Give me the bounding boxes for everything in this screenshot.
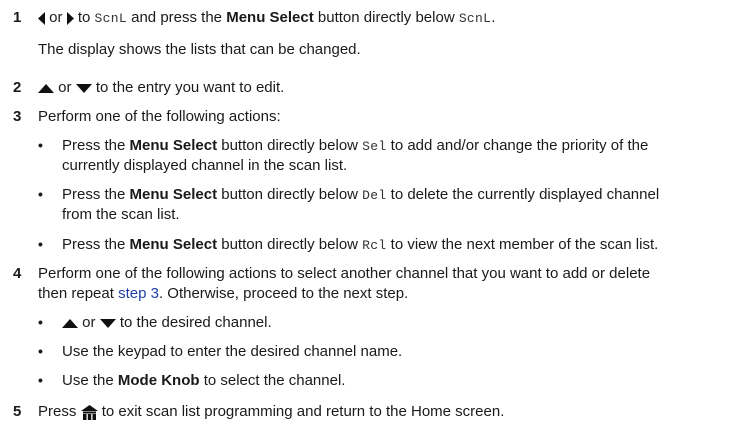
step-4-number: 4 — [13, 265, 22, 282]
or-text: or — [49, 9, 63, 26]
up-arrow-icon — [38, 83, 54, 93]
mode-knob-label: Mode Knob — [117, 372, 200, 389]
step-4-bullet-1: or to the desired channel. — [62, 314, 272, 332]
bullet: • — [38, 137, 43, 153]
down-arrow-icon — [99, 318, 116, 328]
text: Press the — [62, 236, 126, 253]
text: . Otherwise, proceed to the next step. — [158, 285, 409, 302]
down-arrow-icon — [75, 83, 92, 93]
text: to add and/or change the priority of the — [390, 137, 649, 154]
or-text: or — [58, 79, 72, 96]
text: to delete the currently displayed channe… — [390, 186, 660, 203]
sel-code: Sel — [362, 139, 387, 154]
step-3-bullet-3: Press the Menu Select button directly be… — [62, 236, 658, 255]
step-1-period: . — [491, 9, 496, 26]
or-text: or — [82, 314, 96, 331]
step-2-number: 2 — [13, 79, 22, 96]
instructions-page: 1 or to ScnL and press the Menu Select b… — [0, 0, 737, 423]
step-3-bullet-1: Press the Menu Select button directly be… — [62, 137, 648, 156]
del-code: Del — [362, 188, 387, 203]
left-arrow-icon — [38, 11, 45, 25]
step-3-bullet-1-line-2: currently displayed channel in the scan … — [62, 157, 348, 174]
text: button directly below — [221, 186, 358, 203]
scnl-code: ScnL — [94, 11, 127, 26]
step-1-line: or to ScnL and press the Menu Select but… — [38, 9, 495, 28]
step-1-text: and press the — [131, 9, 223, 26]
scnl-code-2: ScnL — [458, 11, 492, 26]
text: Use the — [62, 372, 114, 389]
menu-select-label: Menu Select — [226, 9, 314, 26]
text: Press — [38, 403, 77, 420]
rcl-code: Rcl — [362, 238, 387, 253]
text: to exit scan list programming and return… — [101, 403, 505, 420]
step-1-number: 1 — [13, 9, 22, 26]
step-2-text: to the entry you want to edit. — [95, 79, 285, 96]
step-4-line-2: then repeat step 3. Otherwise, proceed t… — [38, 285, 408, 303]
step-3-number: 3 — [13, 108, 22, 125]
bullet: • — [38, 314, 43, 330]
text: to the desired channel. — [119, 314, 272, 331]
bullet: • — [38, 372, 43, 388]
step-4-text: Perform one of the following actions to … — [38, 265, 651, 282]
step-3-bullet-2: Press the Menu Select button directly be… — [62, 186, 659, 205]
right-arrow-icon — [66, 11, 74, 25]
step-3-text: Perform one of the following actions: — [38, 108, 281, 125]
step-5-line: Press to exit scan list programming and … — [38, 403, 504, 421]
to-text: to — [77, 9, 91, 26]
step-1-note: The display shows the lists that can be … — [38, 41, 361, 58]
step-3-bullet-2-line-2: from the scan list. — [62, 206, 180, 223]
step-4-bullet-2: Use the keypad to enter the desired chan… — [62, 343, 403, 360]
text: Press the — [62, 186, 126, 203]
up-arrow-icon — [62, 318, 78, 328]
text: Press the — [62, 137, 126, 154]
text: to select the channel. — [203, 372, 346, 389]
text: then repeat — [38, 285, 114, 302]
bullet: • — [38, 236, 43, 252]
bullet: • — [38, 343, 43, 359]
text: button directly below — [221, 236, 358, 253]
step-5-number: 5 — [13, 403, 22, 420]
step-1-text-2: button directly below — [317, 9, 455, 26]
step-3-link[interactable]: step 3 — [118, 285, 159, 302]
menu-select-label: Menu Select — [129, 186, 218, 203]
step-2-line: or to the entry you want to edit. — [38, 79, 284, 97]
step-4-bullet-3: Use the Mode Knob to select the channel. — [62, 372, 345, 390]
text: to view the next member of the scan list… — [390, 236, 659, 253]
bullet: • — [38, 186, 43, 202]
menu-select-label: Menu Select — [129, 236, 218, 253]
menu-select-label: Menu Select — [129, 137, 218, 154]
text: button directly below — [221, 137, 358, 154]
home-icon — [80, 404, 98, 420]
